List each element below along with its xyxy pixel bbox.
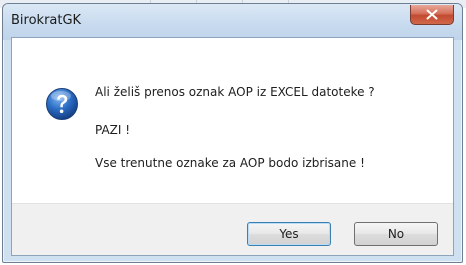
question-icon [46, 88, 78, 120]
dialog-body: Ali želiš prenos oznak AOP iz EXCEL dato… [11, 37, 454, 256]
dialog-message-question: Ali želiš prenos oznak AOP iz EXCEL dato… [95, 85, 375, 99]
dialog-message-detail: Vse trenutne oznake za AOP bodo izbrisan… [95, 156, 365, 170]
dialog-message-warning: PAZI ! [95, 123, 131, 137]
yes-button[interactable]: Yes [247, 222, 331, 246]
title-bar[interactable]: BirokratGK [3, 4, 462, 40]
message-area: Ali želiš prenos oznak AOP iz EXCEL dato… [12, 38, 453, 203]
window-title: BirokratGK [11, 13, 82, 28]
close-icon [426, 9, 438, 20]
message-dialog: BirokratGK Ali želiš prenos oznak AOP iz… [2, 3, 463, 263]
no-button[interactable]: No [354, 222, 438, 246]
button-bar: Yes No [12, 203, 453, 255]
close-button[interactable] [410, 5, 454, 25]
